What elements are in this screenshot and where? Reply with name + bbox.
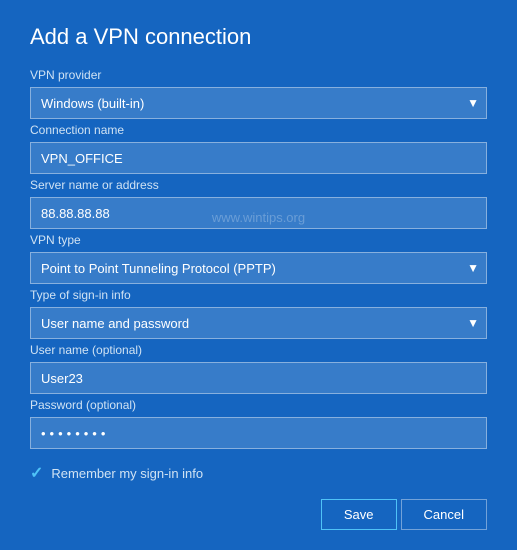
connection-name-input[interactable]: [30, 142, 487, 174]
vpn-dialog: Add a VPN connection VPN provider Window…: [0, 0, 517, 550]
button-row: Save Cancel: [321, 499, 487, 530]
remember-label: Remember my sign-in info: [51, 466, 203, 481]
sign-in-label: Type of sign-in info: [30, 288, 487, 302]
vpn-type-select-wrapper: Point to Point Tunneling Protocol (PPTP)…: [30, 252, 487, 284]
dialog-title: Add a VPN connection: [30, 24, 487, 50]
username-input[interactable]: [30, 362, 487, 394]
username-label: User name (optional): [30, 343, 487, 357]
vpn-provider-select-wrapper: Windows (built-in) ▼: [30, 87, 487, 119]
connection-name-label: Connection name: [30, 123, 487, 137]
vpn-type-group: VPN type Point to Point Tunneling Protoc…: [30, 233, 487, 284]
server-wrapper: [30, 197, 487, 229]
sign-in-select-wrapper: User name and password ▼: [30, 307, 487, 339]
sign-in-group: Type of sign-in info User name and passw…: [30, 288, 487, 339]
vpn-provider-label: VPN provider: [30, 68, 487, 82]
server-group: Server name or address: [30, 178, 487, 229]
fields-area: VPN provider Windows (built-in) ▼ Connec…: [30, 68, 487, 530]
vpn-provider-select[interactable]: Windows (built-in): [30, 87, 487, 119]
password-label: Password (optional): [30, 398, 487, 412]
password-wrapper: [30, 417, 487, 449]
save-button[interactable]: Save: [321, 499, 397, 530]
username-wrapper: [30, 362, 487, 394]
remember-checkmark-icon: ✓: [30, 463, 43, 483]
cancel-button[interactable]: Cancel: [401, 499, 487, 530]
server-input[interactable]: [30, 197, 487, 229]
remember-row[interactable]: ✓ Remember my sign-in info: [30, 463, 487, 483]
vpn-provider-group: VPN provider Windows (built-in) ▼: [30, 68, 487, 119]
password-group: Password (optional): [30, 398, 487, 449]
vpn-type-select[interactable]: Point to Point Tunneling Protocol (PPTP): [30, 252, 487, 284]
vpn-type-label: VPN type: [30, 233, 487, 247]
server-label: Server name or address: [30, 178, 487, 192]
password-input[interactable]: [30, 417, 487, 449]
username-group: User name (optional): [30, 343, 487, 394]
connection-name-group: Connection name: [30, 123, 487, 174]
connection-name-wrapper: [30, 142, 487, 174]
sign-in-select[interactable]: User name and password: [30, 307, 487, 339]
